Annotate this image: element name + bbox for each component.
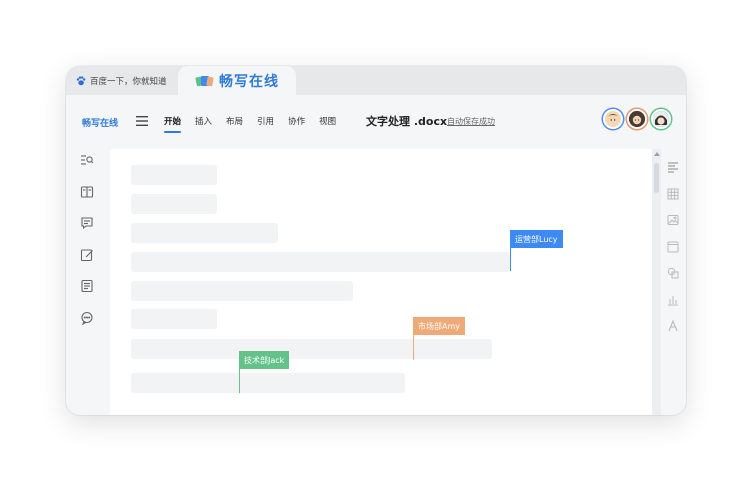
baidu-paw-icon bbox=[76, 75, 86, 85]
tab-baidu-label: 百度一下，你就知道 bbox=[90, 76, 167, 87]
avatar[interactable] bbox=[603, 109, 623, 129]
collaborator-cursor bbox=[510, 230, 511, 271]
skeleton-line bbox=[131, 194, 217, 214]
image-icon[interactable] bbox=[667, 214, 679, 226]
collaborator-cursor bbox=[239, 351, 240, 393]
changxie-logo-icon bbox=[195, 75, 214, 86]
header-footer-icon[interactable] bbox=[667, 241, 679, 253]
collaborator-cursor-label: 技术部Jack bbox=[239, 351, 290, 369]
editor-toolbar: 畅写在线 开始 插入 布局 引用 协作 视图 文字处理 .docx 自动保存成功 bbox=[66, 95, 686, 149]
table-icon[interactable] bbox=[667, 188, 679, 200]
menu-insert[interactable]: 插入 bbox=[195, 115, 212, 127]
shape-icon[interactable] bbox=[667, 267, 679, 279]
tab-changxie-title: 畅写在线 bbox=[219, 73, 279, 90]
scroll-up-arrow-icon[interactable] bbox=[654, 152, 660, 156]
right-sidebar bbox=[661, 149, 686, 415]
avatar[interactable] bbox=[651, 109, 671, 129]
edit-icon[interactable] bbox=[80, 248, 94, 262]
collaborator-cursor-label: 市场部Amy bbox=[413, 317, 465, 335]
paragraph-icon[interactable] bbox=[667, 161, 679, 173]
skeleton-line bbox=[131, 252, 510, 272]
menu-start[interactable]: 开始 bbox=[164, 115, 182, 133]
menu-layout[interactable]: 布局 bbox=[226, 115, 243, 127]
menu-collaborate[interactable]: 协作 bbox=[288, 115, 305, 127]
ribbon-menu: 开始 插入 布局 引用 协作 视图 bbox=[164, 115, 350, 133]
collaborator-cursor bbox=[413, 317, 414, 360]
comment-icon[interactable] bbox=[80, 216, 94, 230]
vertical-scrollbar[interactable] bbox=[652, 149, 661, 415]
search-list-icon[interactable] bbox=[80, 153, 94, 167]
editor-window: 百度一下，你就知道 畅写在线 畅写在线 开始 插入 布局 引用 协作 视图 文字… bbox=[66, 66, 686, 415]
document-title[interactable]: 文字处理 .docx bbox=[366, 113, 447, 129]
tab-baidu[interactable]: 百度一下，你就知道 bbox=[66, 66, 188, 95]
document-icon[interactable] bbox=[80, 279, 94, 293]
skeleton-line bbox=[131, 223, 278, 243]
skeleton-line bbox=[131, 281, 353, 301]
collaborator-avatars bbox=[603, 109, 675, 129]
menu-view[interactable]: 视图 bbox=[319, 115, 336, 127]
tab-changxie[interactable]: 畅写在线 bbox=[178, 66, 296, 95]
menu-reference[interactable]: 引用 bbox=[257, 115, 274, 127]
skeleton-line bbox=[131, 339, 492, 359]
browser-tab-bar: 百度一下，你就知道 畅写在线 bbox=[66, 66, 686, 95]
text-art-icon[interactable] bbox=[667, 320, 679, 332]
collaborator-cursor-label: 运营部Lucy bbox=[510, 230, 563, 248]
scroll-thumb[interactable] bbox=[654, 163, 659, 193]
skeleton-line bbox=[131, 373, 405, 393]
hamburger-menu-icon[interactable] bbox=[136, 115, 148, 127]
skeleton-line bbox=[131, 309, 217, 329]
skeleton-line bbox=[131, 165, 217, 185]
chat-icon[interactable] bbox=[80, 311, 94, 325]
chart-icon[interactable] bbox=[667, 294, 679, 306]
avatar[interactable] bbox=[627, 109, 647, 129]
document-page[interactable]: 运营部Lucy 市场部Amy 技术部Jack bbox=[110, 149, 652, 415]
book-icon[interactable] bbox=[80, 185, 94, 199]
brand-logo[interactable]: 畅写在线 bbox=[82, 116, 118, 129]
left-sidebar bbox=[66, 149, 110, 415]
save-status: 自动保存成功 bbox=[447, 117, 495, 126]
